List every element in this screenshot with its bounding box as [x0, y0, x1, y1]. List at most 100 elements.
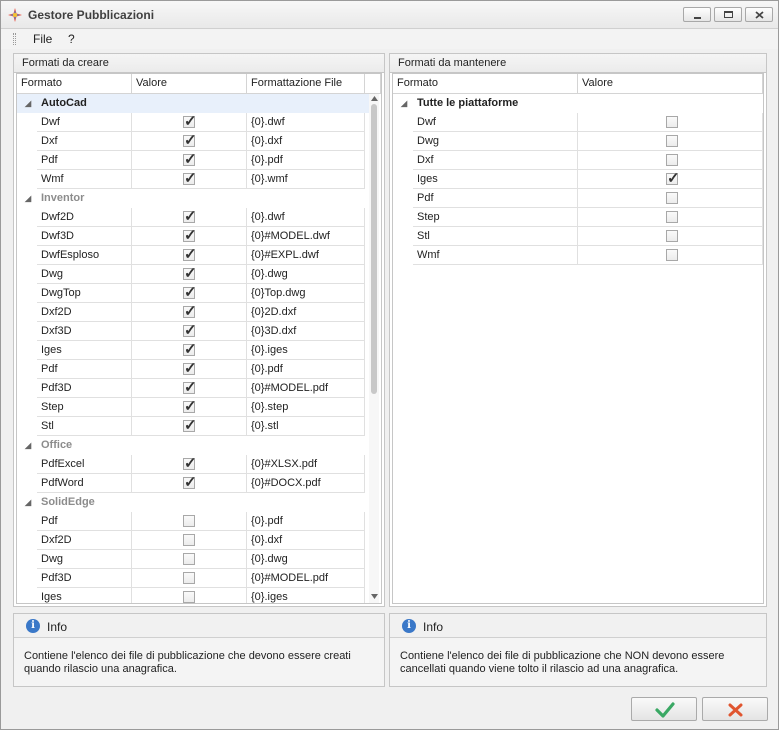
table-row[interactable]: Pdf [393, 189, 763, 208]
collapse-arrow-icon[interactable]: ◢ [25, 189, 31, 208]
file-pattern-cell[interactable]: {0}3D.dxf [247, 322, 365, 341]
value-checkbox[interactable] [666, 154, 678, 166]
value-checkbox[interactable] [183, 302, 197, 321]
file-pattern-cell[interactable]: {0}#DOCX.pdf [247, 474, 365, 493]
table-row[interactable]: Dwg {0}.dwg [17, 550, 365, 569]
collapse-arrow-icon[interactable]: ◢ [25, 436, 31, 455]
group-row-solidedge[interactable]: ◢ SolidEdge [17, 493, 369, 512]
value-checkbox[interactable] [183, 131, 197, 150]
table-row[interactable]: Dxf2D {0}.dxf [17, 531, 365, 550]
file-pattern-cell[interactable]: {0}.pdf [247, 151, 365, 170]
table-row[interactable]: Iges {0}.iges [17, 340, 365, 360]
file-pattern-cell[interactable]: {0}#EXPL.dwf [247, 246, 365, 265]
file-pattern-cell[interactable]: {0}.dxf [247, 531, 365, 550]
table-row[interactable]: Pdf3D {0}#MODEL.pdf [17, 378, 365, 398]
left-scrollbar-thumb[interactable] [371, 104, 377, 394]
value-checkbox[interactable] [183, 283, 197, 302]
scroll-down-icon[interactable] [371, 594, 378, 599]
file-pattern-cell[interactable]: {0}.dwg [247, 265, 365, 284]
maximize-button[interactable] [714, 7, 742, 22]
column-header-value[interactable]: Valore [132, 74, 247, 94]
table-row[interactable]: Dxf2D {0}2D.dxf [17, 302, 365, 322]
file-pattern-cell[interactable]: {0}#XLSX.pdf [247, 455, 365, 474]
file-pattern-cell[interactable]: {0}#MODEL.pdf [247, 569, 365, 588]
value-checkbox[interactable] [666, 135, 678, 147]
file-pattern-cell[interactable]: {0}.step [247, 398, 365, 417]
value-checkbox[interactable] [183, 359, 197, 378]
value-checkbox[interactable] [183, 515, 195, 527]
table-row[interactable]: DwgTop {0}Top.dwg [17, 283, 365, 303]
column-header-format[interactable]: Formato [17, 74, 132, 94]
file-pattern-cell[interactable]: {0}.iges [247, 588, 365, 603]
table-row[interactable]: Iges [393, 169, 763, 189]
value-checkbox[interactable] [183, 397, 197, 416]
table-row[interactable]: Dxf {0}.dxf [17, 131, 365, 151]
table-row[interactable]: Pdf3D {0}#MODEL.pdf [17, 569, 365, 588]
value-checkbox[interactable] [183, 321, 197, 340]
table-row[interactable]: Dwg {0}.dwg [17, 264, 365, 284]
file-pattern-cell[interactable]: {0}.iges [247, 341, 365, 360]
table-row[interactable]: Dxf [393, 151, 763, 170]
value-checkbox[interactable] [183, 454, 197, 473]
table-row[interactable]: Dwf {0}.dwf [17, 112, 365, 132]
file-pattern-cell[interactable]: {0}.pdf [247, 360, 365, 379]
column-header-file-pattern[interactable]: Formattazione File [247, 74, 365, 94]
table-row[interactable]: Dwf3D {0}#MODEL.dwf [17, 226, 365, 246]
value-checkbox[interactable] [183, 572, 195, 584]
file-pattern-cell[interactable]: {0}2D.dxf [247, 303, 365, 322]
file-pattern-cell[interactable]: {0}Top.dwg [247, 284, 365, 303]
value-checkbox[interactable] [183, 150, 197, 169]
file-pattern-cell[interactable]: {0}.dwf [247, 208, 365, 227]
value-checkbox[interactable] [183, 264, 197, 283]
table-row[interactable]: Wmf [393, 246, 763, 265]
table-row[interactable]: DwfEsploso {0}#EXPL.dwf [17, 245, 365, 265]
close-window-button[interactable] [745, 7, 773, 22]
file-pattern-cell[interactable]: {0}.dxf [247, 132, 365, 151]
cancel-button[interactable] [702, 697, 768, 721]
value-checkbox[interactable] [183, 473, 197, 492]
menu-file[interactable]: File [33, 32, 52, 46]
left-vertical-scrollbar[interactable] [369, 94, 379, 603]
table-row[interactable]: Dwg [393, 132, 763, 151]
confirm-button[interactable] [631, 697, 697, 721]
table-row[interactable]: Step [393, 208, 763, 227]
group-row-all-platforms[interactable]: ◢ Tutte le piattaforme [393, 94, 763, 113]
table-row[interactable]: Stl {0}.stl [17, 416, 365, 436]
table-row[interactable]: Step {0}.step [17, 397, 365, 417]
menu-grip-handle[interactable] [13, 33, 16, 45]
file-pattern-cell[interactable]: {0}.dwf [247, 113, 365, 132]
value-checkbox[interactable] [183, 207, 197, 226]
table-row[interactable]: Pdf {0}.pdf [17, 512, 365, 531]
scroll-up-icon[interactable] [371, 96, 378, 101]
left-info-header[interactable]: i Info [14, 614, 384, 638]
table-row[interactable]: Stl [393, 227, 763, 246]
table-row[interactable]: Pdf {0}.pdf [17, 359, 365, 379]
table-row[interactable]: Dxf3D {0}3D.dxf [17, 321, 365, 341]
right-info-header[interactable]: i Info [390, 614, 766, 638]
table-row[interactable]: Wmf {0}.wmf [17, 169, 365, 189]
value-checkbox[interactable] [666, 230, 678, 242]
value-checkbox[interactable] [183, 534, 195, 546]
value-checkbox[interactable] [666, 249, 678, 261]
value-checkbox[interactable] [183, 416, 197, 435]
table-row[interactable]: Iges {0}.iges [17, 588, 365, 603]
table-row[interactable]: Dwf2D {0}.dwf [17, 207, 365, 227]
value-checkbox[interactable] [183, 112, 197, 131]
value-checkbox[interactable] [183, 169, 197, 188]
value-checkbox[interactable] [666, 169, 680, 188]
value-checkbox[interactable] [183, 226, 197, 245]
value-checkbox[interactable] [183, 245, 197, 264]
value-checkbox[interactable] [183, 553, 195, 565]
collapse-arrow-icon[interactable]: ◢ [25, 94, 31, 113]
group-row-autocad[interactable]: ◢ AutoCad [17, 94, 369, 113]
value-checkbox[interactable] [666, 116, 678, 128]
value-checkbox[interactable] [666, 211, 678, 223]
file-pattern-cell[interactable]: {0}.dwg [247, 550, 365, 569]
group-row-office[interactable]: ◢ Office [17, 436, 369, 455]
file-pattern-cell[interactable]: {0}.pdf [247, 512, 365, 531]
file-pattern-cell[interactable]: {0}#MODEL.dwf [247, 227, 365, 246]
value-checkbox[interactable] [183, 340, 197, 359]
file-pattern-cell[interactable]: {0}.stl [247, 417, 365, 436]
value-checkbox[interactable] [183, 378, 197, 397]
minimize-button[interactable] [683, 7, 711, 22]
